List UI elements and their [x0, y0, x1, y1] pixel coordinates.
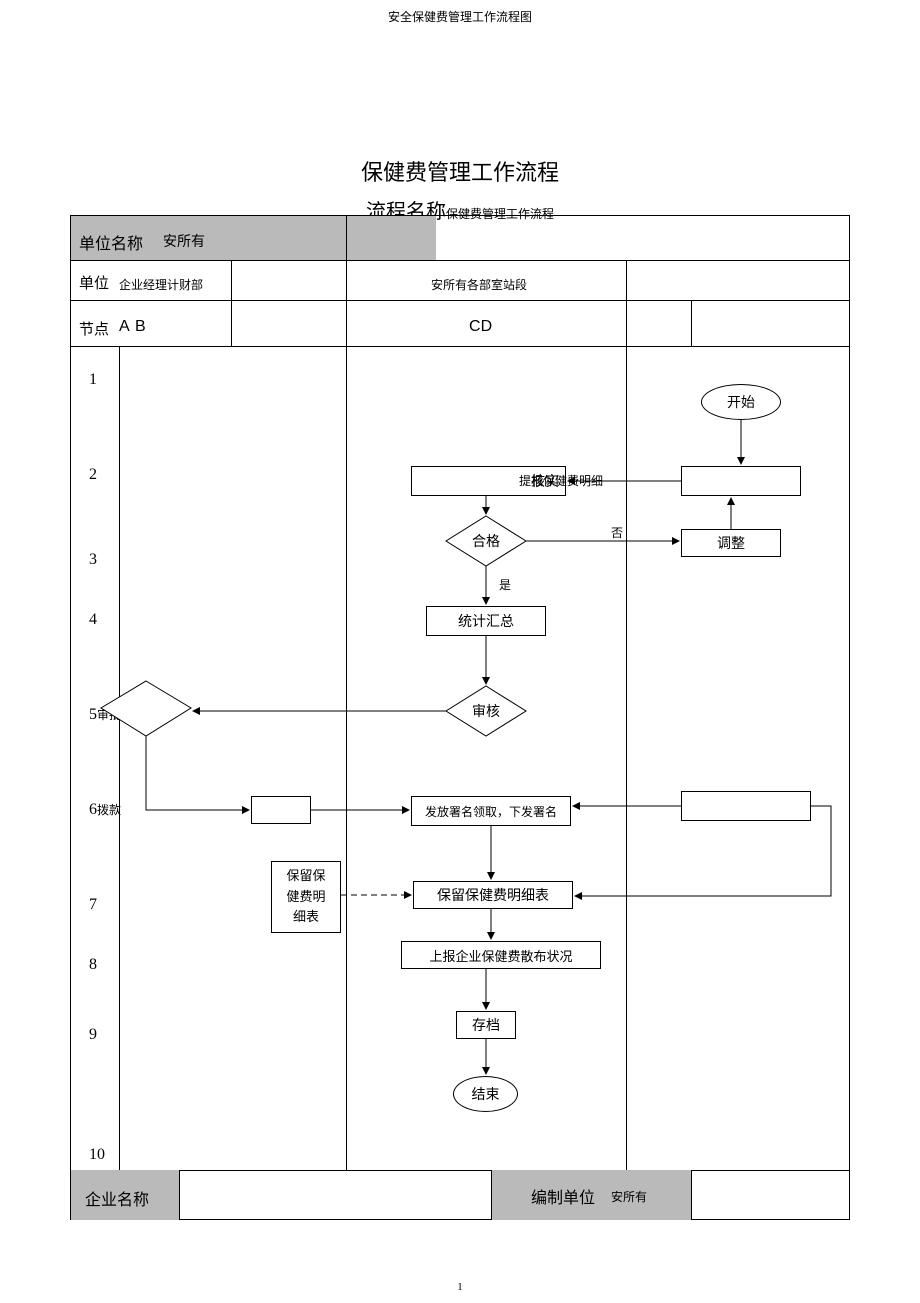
- retain-box: 保留保健费明细表: [413, 881, 573, 909]
- step-6: 6拨款: [89, 801, 121, 819]
- hline-footer: [71, 1170, 849, 1171]
- audit-diamond: 审核: [446, 686, 526, 736]
- unit-name-value: 安所有: [163, 231, 205, 251]
- unit-label: 单位: [79, 272, 109, 293]
- retain-small-box: 保留保 健费明 细表: [271, 861, 341, 933]
- svg-text:审核: 审核: [472, 704, 500, 720]
- archive-box: 存档: [456, 1011, 516, 1039]
- step-2: 2: [89, 466, 97, 484]
- empty-box-b6: [251, 796, 311, 824]
- svg-text:合格: 合格: [472, 534, 500, 550]
- dec-yes-label: 是: [499, 576, 511, 593]
- col-b: B: [135, 318, 146, 336]
- node-label: 节点: [79, 318, 109, 339]
- verify-label-2: 提报保健费明细: [519, 472, 603, 489]
- footer-vline-2: [491, 1170, 492, 1220]
- footer-vline-1: [179, 1170, 180, 1220]
- page-number: 1: [0, 1281, 920, 1293]
- page: 安全保健费管理工作流程图 保健费管理工作流程 流程名称保健费管理工作流程 单位名…: [0, 0, 920, 1303]
- step-6-label: 拨款: [97, 803, 121, 817]
- empty-box-d6: [681, 791, 811, 821]
- unit-value: 企业经理计财部: [119, 276, 203, 293]
- step-1: 1: [89, 371, 97, 389]
- adjust-box: 调整: [681, 529, 781, 557]
- hline-1: [71, 260, 849, 261]
- step-8: 8: [89, 956, 97, 974]
- vline-c: [626, 260, 627, 1170]
- col-c-label: 安所有各部室站段: [431, 276, 527, 293]
- step-9: 9: [89, 1026, 97, 1044]
- issue-box: 发放署名领取，下发署名: [411, 796, 571, 826]
- company-label: 企业名称: [85, 1186, 149, 1210]
- qualified-diamond: 合格: [446, 516, 526, 566]
- stat-box: 统计汇总: [426, 606, 546, 636]
- col-a: A: [119, 318, 130, 336]
- col-cd: CD: [469, 318, 492, 336]
- approve-diamond: [101, 681, 191, 736]
- vline-d: [691, 300, 692, 346]
- end-node: 结束: [453, 1076, 518, 1112]
- step-3: 3: [89, 551, 97, 569]
- hline-2: [71, 300, 849, 301]
- vline-a: [119, 346, 120, 1170]
- main-title: 保健费管理工作流程: [0, 155, 920, 187]
- unit-name-label: 单位名称: [79, 230, 143, 254]
- gray-block-2: [346, 216, 436, 260]
- report-box: 上报企业保健费散布状况: [401, 941, 601, 969]
- diagram-frame: 单位名称 安所有 单位 企业经理计财部 安所有各部室站段 节点 A B CD 1…: [70, 215, 850, 1220]
- step-10: 10: [89, 1146, 105, 1164]
- vline-b1: [231, 260, 232, 346]
- issue-label: 发放署名领取，下发署名: [425, 803, 557, 820]
- vline-b2: [346, 216, 347, 1170]
- step-4: 4: [89, 611, 97, 629]
- step-7: 7: [89, 896, 97, 914]
- empty-box-d2: [681, 466, 801, 496]
- dec-no-label: 否: [611, 524, 623, 541]
- start-node: 开始: [701, 384, 781, 420]
- hline-3: [71, 346, 849, 347]
- compile-unit-label: 编制单位: [531, 1184, 595, 1208]
- compile-unit-value: 安所有: [611, 1188, 647, 1205]
- footer-vline-3: [691, 1170, 692, 1220]
- page-header-small: 安全保健费管理工作流程图: [0, 8, 920, 25]
